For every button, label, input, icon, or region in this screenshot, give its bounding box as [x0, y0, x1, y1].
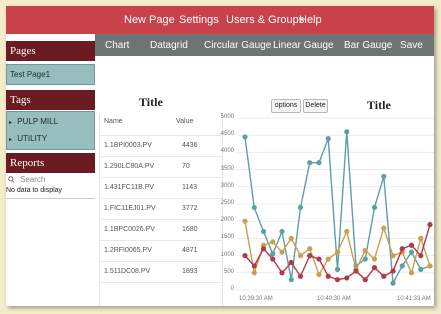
data-point[interactable] — [307, 246, 313, 252]
pages-header: Pages — [6, 41, 95, 61]
data-point[interactable] — [270, 239, 276, 245]
tags-list: ▸ PULP MILL ▸ UTILITY — [6, 111, 95, 150]
menu-settings[interactable]: Settings — [179, 14, 219, 26]
tag-label: UTILITY — [17, 134, 48, 143]
sidebar: Pages Test Page1 Tags ▸ PULP MILL ▸ UTIL… — [6, 34, 95, 306]
menu-users-groups[interactable]: Users & Groups — [226, 14, 304, 26]
data-point[interactable] — [260, 246, 267, 252]
data-point[interactable] — [242, 218, 248, 224]
data-point[interactable] — [362, 256, 368, 262]
data-point[interactable] — [418, 253, 424, 259]
reports-panel: Search No data to display — [6, 174, 95, 199]
data-point[interactable] — [288, 277, 294, 283]
data-point[interactable] — [381, 273, 387, 279]
data-point[interactable] — [251, 204, 257, 211]
caret-right-icon: ▸ — [9, 137, 13, 143]
data-point[interactable] — [270, 251, 276, 257]
data-point[interactable] — [418, 266, 424, 272]
top-nav-bar: New Page Settings Users & Groups Help — [6, 6, 434, 34]
tags-header: Tags — [6, 90, 95, 110]
data-point[interactable] — [353, 268, 359, 274]
data-point[interactable] — [307, 160, 313, 166]
data-point[interactable] — [325, 136, 331, 142]
data-point[interactable] — [270, 256, 276, 262]
data-point[interactable] — [371, 265, 378, 271]
data-point[interactable] — [242, 134, 248, 140]
data-point[interactable] — [288, 259, 294, 266]
main-content: Chart Datagrid Circular Gauge Linear Gau… — [95, 34, 434, 306]
data-point[interactable] — [279, 249, 285, 255]
menu-new-page[interactable]: New Page — [124, 14, 175, 26]
sidebar-item-pulp-mill[interactable]: ▸ PULP MILL — [9, 117, 58, 126]
data-point[interactable] — [297, 253, 304, 259]
data-point[interactable] — [399, 263, 405, 269]
data-point[interactable] — [371, 204, 378, 211]
data-point[interactable] — [279, 228, 285, 235]
caret-right-icon: ▸ — [9, 120, 13, 126]
tag-label: PULP MILL — [17, 117, 59, 126]
data-point[interactable] — [297, 273, 304, 279]
data-point[interactable] — [381, 225, 387, 231]
data-point[interactable] — [408, 249, 415, 255]
line-chart — [237, 117, 434, 291]
data-point[interactable] — [260, 228, 267, 235]
pages-header-label: Pages — [10, 45, 36, 57]
data-point[interactable] — [334, 277, 341, 283]
tags-header-label: Tags — [10, 94, 31, 106]
search-placeholder: Search — [20, 175, 46, 184]
data-point[interactable] — [279, 270, 285, 276]
data-point[interactable] — [381, 173, 387, 180]
data-point[interactable] — [390, 268, 396, 274]
reports-header: Reports — [6, 153, 95, 173]
data-point[interactable] — [427, 222, 433, 228]
data-point[interactable] — [362, 277, 368, 283]
data-point[interactable] — [399, 246, 405, 252]
data-point[interactable] — [251, 263, 257, 269]
data-point[interactable] — [427, 263, 433, 269]
sidebar-item-test-page1[interactable]: Test Page1 — [10, 70, 50, 79]
data-point[interactable] — [316, 256, 322, 262]
data-point[interactable] — [297, 204, 304, 211]
data-point[interactable] — [408, 270, 415, 276]
menu-help[interactable]: Help — [299, 14, 322, 26]
data-point[interactable] — [334, 266, 341, 272]
data-point[interactable] — [251, 270, 257, 276]
data-point[interactable] — [390, 280, 396, 286]
data-point[interactable] — [408, 242, 415, 248]
data-point[interactable] — [334, 249, 341, 255]
data-point[interactable] — [418, 235, 424, 241]
data-point[interactable] — [325, 256, 331, 262]
data-point[interactable] — [288, 235, 294, 241]
data-point[interactable] — [316, 160, 322, 166]
data-point[interactable] — [344, 129, 350, 135]
app-window: New Page Settings Users & Groups Help Pa… — [6, 6, 434, 306]
data-point[interactable] — [371, 256, 378, 262]
data-point[interactable] — [344, 228, 350, 235]
data-point[interactable] — [362, 247, 368, 254]
data-point[interactable] — [307, 253, 313, 259]
reports-header-label: Reports — [10, 157, 45, 169]
search-icon — [8, 176, 15, 183]
data-point[interactable] — [316, 271, 322, 278]
pages-list: Test Page1 — [6, 64, 95, 85]
data-point[interactable] — [325, 273, 331, 279]
data-point[interactable] — [344, 275, 350, 281]
no-data-message: No data to display — [6, 187, 63, 194]
search-input[interactable]: Search — [8, 175, 92, 185]
data-point[interactable] — [390, 253, 396, 259]
sidebar-item-utility[interactable]: ▸ UTILITY — [9, 134, 47, 143]
data-point[interactable] — [242, 253, 248, 259]
